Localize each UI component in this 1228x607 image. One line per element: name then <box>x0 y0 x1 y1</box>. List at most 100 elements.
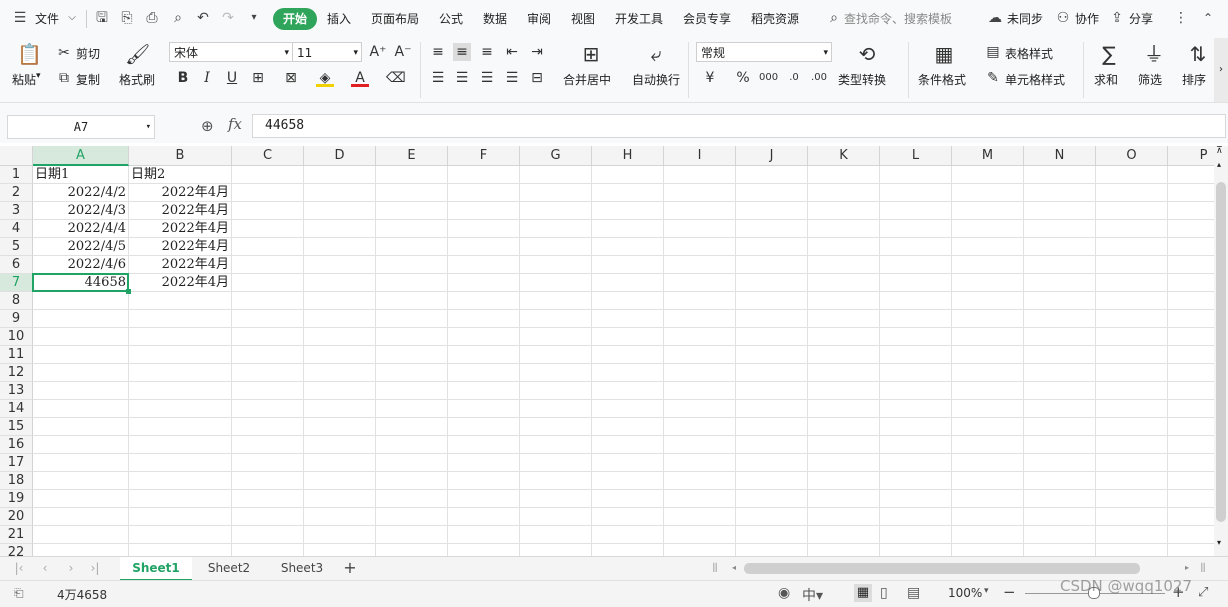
cell-k9[interactable] <box>808 310 880 328</box>
cell-m6[interactable] <box>952 256 1024 274</box>
cell-l18[interactable] <box>880 472 952 490</box>
spreadsheet-grid[interactable]: ABCDEFGHIJKLMNOP 1 2 3 4 5 6 7 8 9 10 11 12 13 14 15 16… <box>0 146 1214 556</box>
row-header-7[interactable]: 7 <box>0 274 33 292</box>
cell-h10[interactable] <box>592 328 664 346</box>
cell-h21[interactable] <box>592 526 664 544</box>
cell-c1[interactable] <box>232 166 304 184</box>
cell-g20[interactable] <box>520 508 592 526</box>
cell-m1[interactable] <box>952 166 1024 184</box>
cell-style-button[interactable]: 单元格样式 <box>1005 71 1065 88</box>
column-header-l[interactable]: L <box>880 146 952 166</box>
bold-icon[interactable]: B <box>174 69 192 87</box>
scroll-down-icon[interactable]: ▾ <box>1217 538 1221 547</box>
cell-i21[interactable] <box>664 526 736 544</box>
cell-d15[interactable] <box>304 418 376 436</box>
row-header-13[interactable]: 13 <box>0 382 33 400</box>
cell-b2[interactable]: 2022年4月 <box>129 184 232 202</box>
print-icon[interactable]: ⎙ <box>144 10 160 26</box>
cell-f20[interactable] <box>448 508 520 526</box>
cell-g7[interactable] <box>520 274 592 292</box>
cell-m12[interactable] <box>952 364 1024 382</box>
row-header-18[interactable]: 18 <box>0 472 33 490</box>
cell-b6[interactable]: 2022年4月 <box>129 256 232 274</box>
cell-d9[interactable] <box>304 310 376 328</box>
cell-b7[interactable]: 2022年4月 <box>129 274 232 292</box>
cell-h4[interactable] <box>592 220 664 238</box>
cell-a22[interactable] <box>33 544 129 556</box>
vertical-scroll-thumb[interactable] <box>1216 182 1226 522</box>
filter-icon[interactable]: ⏚ <box>1142 42 1166 66</box>
cell-i16[interactable] <box>664 436 736 454</box>
cell-c11[interactable] <box>232 346 304 364</box>
tab-data[interactable]: 数据 <box>483 10 507 27</box>
cell-i7[interactable] <box>664 274 736 292</box>
font-color-icon[interactable]: A <box>351 69 369 87</box>
cell-g15[interactable] <box>520 418 592 436</box>
cell-o15[interactable] <box>1096 418 1168 436</box>
normal-view-icon[interactable]: ▦ <box>854 584 872 602</box>
cell-f7[interactable] <box>448 274 520 292</box>
cell-g22[interactable] <box>520 544 592 556</box>
cell-f2[interactable] <box>448 184 520 202</box>
cell-p19[interactable] <box>1168 490 1214 508</box>
cell-m20[interactable] <box>952 508 1024 526</box>
cell-h3[interactable] <box>592 202 664 220</box>
cell-a19[interactable] <box>33 490 129 508</box>
row-header-19[interactable]: 19 <box>0 490 33 508</box>
sheet-tab-sheet2[interactable]: Sheet2 <box>192 557 266 581</box>
hamburger-icon[interactable]: ☰ <box>12 10 28 26</box>
eye-protection-icon[interactable]: ◉ <box>778 585 790 601</box>
cell-f19[interactable] <box>448 490 520 508</box>
align-right-icon[interactable]: ☰ <box>478 69 496 87</box>
cell-c19[interactable] <box>232 490 304 508</box>
align-top-icon[interactable]: ≡ <box>429 43 447 61</box>
cell-o16[interactable] <box>1096 436 1168 454</box>
cell-n14[interactable] <box>1024 400 1096 418</box>
row-header-4[interactable]: 4 <box>0 220 33 238</box>
cell-j20[interactable] <box>736 508 808 526</box>
row-header-5[interactable]: 5 <box>0 238 33 256</box>
cell-p9[interactable] <box>1168 310 1214 328</box>
cell-b1[interactable]: 日期2 <box>129 166 232 184</box>
cell-h14[interactable] <box>592 400 664 418</box>
cell-m3[interactable] <box>952 202 1024 220</box>
cell-g6[interactable] <box>520 256 592 274</box>
row-header-10[interactable]: 10 <box>0 328 33 346</box>
cell-j15[interactable] <box>736 418 808 436</box>
cell-f1[interactable] <box>448 166 520 184</box>
cell-k4[interactable] <box>808 220 880 238</box>
cell-l20[interactable] <box>880 508 952 526</box>
ribbon-scroll-right[interactable]: › <box>1214 38 1228 102</box>
scroll-up-icon[interactable]: ▴ <box>1217 160 1221 169</box>
cell-e6[interactable] <box>376 256 448 274</box>
cell-d18[interactable] <box>304 472 376 490</box>
share-button[interactable]: 分享 <box>1129 10 1153 27</box>
cell-b19[interactable] <box>129 490 232 508</box>
cell-m16[interactable] <box>952 436 1024 454</box>
cell-l15[interactable] <box>880 418 952 436</box>
cell-k16[interactable] <box>808 436 880 454</box>
cell-p16[interactable] <box>1168 436 1214 454</box>
cell-n20[interactable] <box>1024 508 1096 526</box>
cell-c4[interactable] <box>232 220 304 238</box>
cell-d12[interactable] <box>304 364 376 382</box>
cell-n11[interactable] <box>1024 346 1096 364</box>
cell-e1[interactable] <box>376 166 448 184</box>
cell-c12[interactable] <box>232 364 304 382</box>
cell-i10[interactable] <box>664 328 736 346</box>
column-header-m[interactable]: M <box>952 146 1024 166</box>
cell-j10[interactable] <box>736 328 808 346</box>
page-layout-view-icon[interactable]: ▯ <box>880 585 888 601</box>
cell-h20[interactable] <box>592 508 664 526</box>
cell-i3[interactable] <box>664 202 736 220</box>
cell-l3[interactable] <box>880 202 952 220</box>
cell-a11[interactable] <box>33 346 129 364</box>
cell-i8[interactable] <box>664 292 736 310</box>
cell-o14[interactable] <box>1096 400 1168 418</box>
cell-c20[interactable] <box>232 508 304 526</box>
cell-p20[interactable] <box>1168 508 1214 526</box>
cell-c2[interactable] <box>232 184 304 202</box>
cell-b10[interactable] <box>129 328 232 346</box>
cell-p10[interactable] <box>1168 328 1214 346</box>
cell-b13[interactable] <box>129 382 232 400</box>
